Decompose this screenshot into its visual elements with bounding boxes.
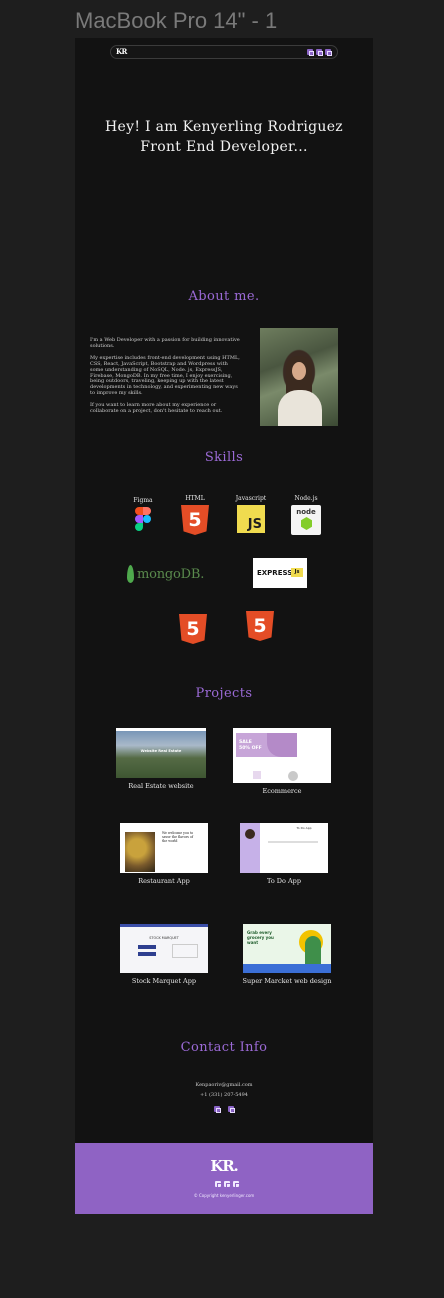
- about-title: About me.: [188, 289, 260, 304]
- skill-label: HTML: [185, 495, 205, 502]
- html5-icon: 5: [181, 505, 209, 535]
- nodejs-icon: node: [291, 505, 321, 535]
- profile-photo: [260, 328, 338, 426]
- projects-title: Projects: [195, 686, 253, 701]
- about-paragraph: I'm a Web Developer with a passion for b…: [90, 337, 240, 349]
- skill-expressjs: EXPRESS Js: [253, 558, 307, 588]
- about-paragraph: If you want to learn more about my exper…: [90, 402, 223, 415]
- portfolio-page: KR Hey! I am Kenyerling Rodriguez Front …: [75, 38, 373, 1214]
- skill-html-3: 5: [244, 611, 276, 641]
- skill-html-2: 5: [177, 614, 209, 644]
- project-card[interactable]: We welcome you to savor the flavors of t…: [119, 823, 209, 885]
- about-paragraph: My expertise includes front-end developm…: [90, 354, 240, 397]
- project-card[interactable]: SALE 50% OFF Ecommerce: [232, 728, 332, 795]
- project-thumbnail[interactable]: STOCK MARQUET: [120, 924, 208, 973]
- skill-label: Figma: [133, 497, 153, 504]
- document-icon[interactable]: [233, 1181, 240, 1188]
- skill-html: HTML 5: [179, 495, 211, 535]
- project-title[interactable]: Real Estate website: [115, 782, 207, 790]
- linkedin-icon[interactable]: [215, 1181, 222, 1188]
- contact-email[interactable]: Kenpaoriv@gmail.com: [75, 1082, 373, 1088]
- nav-logo[interactable]: KR: [116, 47, 127, 56]
- project-thumbnail[interactable]: To Do App: [240, 823, 328, 873]
- nav-social-links: [307, 49, 332, 56]
- mongodb-icon: [127, 565, 134, 583]
- navbar: KR: [110, 45, 338, 59]
- figma-icon: [135, 507, 151, 531]
- html5-icon: 5: [246, 611, 274, 641]
- project-title[interactable]: Super Marcket web design: [237, 977, 337, 985]
- skills-title: Skills: [204, 450, 244, 465]
- project-title[interactable]: To Do App: [239, 877, 329, 885]
- github-icon[interactable]: [224, 1181, 231, 1188]
- project-card[interactable]: Grab every grocery you want Super Marcke…: [237, 924, 337, 985]
- project-card[interactable]: STOCK MARQUET Stock Marquet App: [119, 924, 209, 985]
- express-js-badge: Js: [291, 568, 303, 577]
- html5-icon: 5: [179, 614, 207, 644]
- project-title[interactable]: Ecommerce: [232, 787, 332, 795]
- skill-nodejs: Node.js node: [289, 495, 323, 535]
- hero-role: Front End Developer...: [140, 139, 308, 155]
- linkedin-icon[interactable]: [307, 49, 314, 56]
- project-card[interactable]: Website Real Estate Real Estate website: [115, 728, 207, 790]
- project-title[interactable]: Stock Marquet App: [119, 977, 209, 985]
- javascript-icon: JS: [237, 505, 265, 533]
- footer-logo[interactable]: KR.: [75, 1157, 373, 1175]
- github-icon[interactable]: [316, 49, 323, 56]
- document-icon[interactable]: [325, 49, 332, 56]
- express-wordmark: EXPRESS: [257, 569, 293, 577]
- footer-copyright: © Copyright kenyerlinger.com: [193, 1193, 255, 1198]
- footer: KR. © Copyright kenyerlinger.com: [75, 1143, 373, 1214]
- hero-greeting: Hey! I am Kenyerling Rodriguez: [105, 119, 343, 135]
- project-thumbnail[interactable]: Website Real Estate: [116, 728, 206, 778]
- skill-label: Javascript: [235, 495, 267, 502]
- skill-javascript: Javascript JS: [232, 495, 270, 533]
- linkedin-icon[interactable]: [228, 1106, 235, 1113]
- hero-heading: Hey! I am Kenyerling Rodriguez Front End…: [75, 117, 373, 157]
- contact-title: Contact Info: [180, 1040, 268, 1055]
- contact-icons: [214, 1106, 235, 1113]
- skill-label: Node.js: [294, 495, 318, 502]
- project-title[interactable]: Restaurant App: [119, 877, 209, 885]
- project-card[interactable]: To Do App To Do App: [239, 823, 329, 885]
- frame-label: MacBook Pro 14" - 1: [75, 8, 278, 33]
- project-thumbnail[interactable]: SALE 50% OFF: [233, 728, 331, 783]
- about-text: I'm a Web Developer with a passion for b…: [90, 337, 240, 421]
- skill-figma: Figma: [130, 497, 156, 531]
- email-icon[interactable]: [214, 1106, 221, 1113]
- contact-phone[interactable]: +1 (331) 207-5494: [75, 1092, 373, 1098]
- mongodb-wordmark: mongoDB.: [137, 566, 205, 582]
- skill-mongodb: mongoDB.: [127, 565, 204, 583]
- project-thumbnail[interactable]: We welcome you to savor the flavors of t…: [120, 823, 208, 873]
- footer-social-links: [215, 1181, 240, 1188]
- project-thumbnail[interactable]: Grab every grocery you want: [243, 924, 331, 973]
